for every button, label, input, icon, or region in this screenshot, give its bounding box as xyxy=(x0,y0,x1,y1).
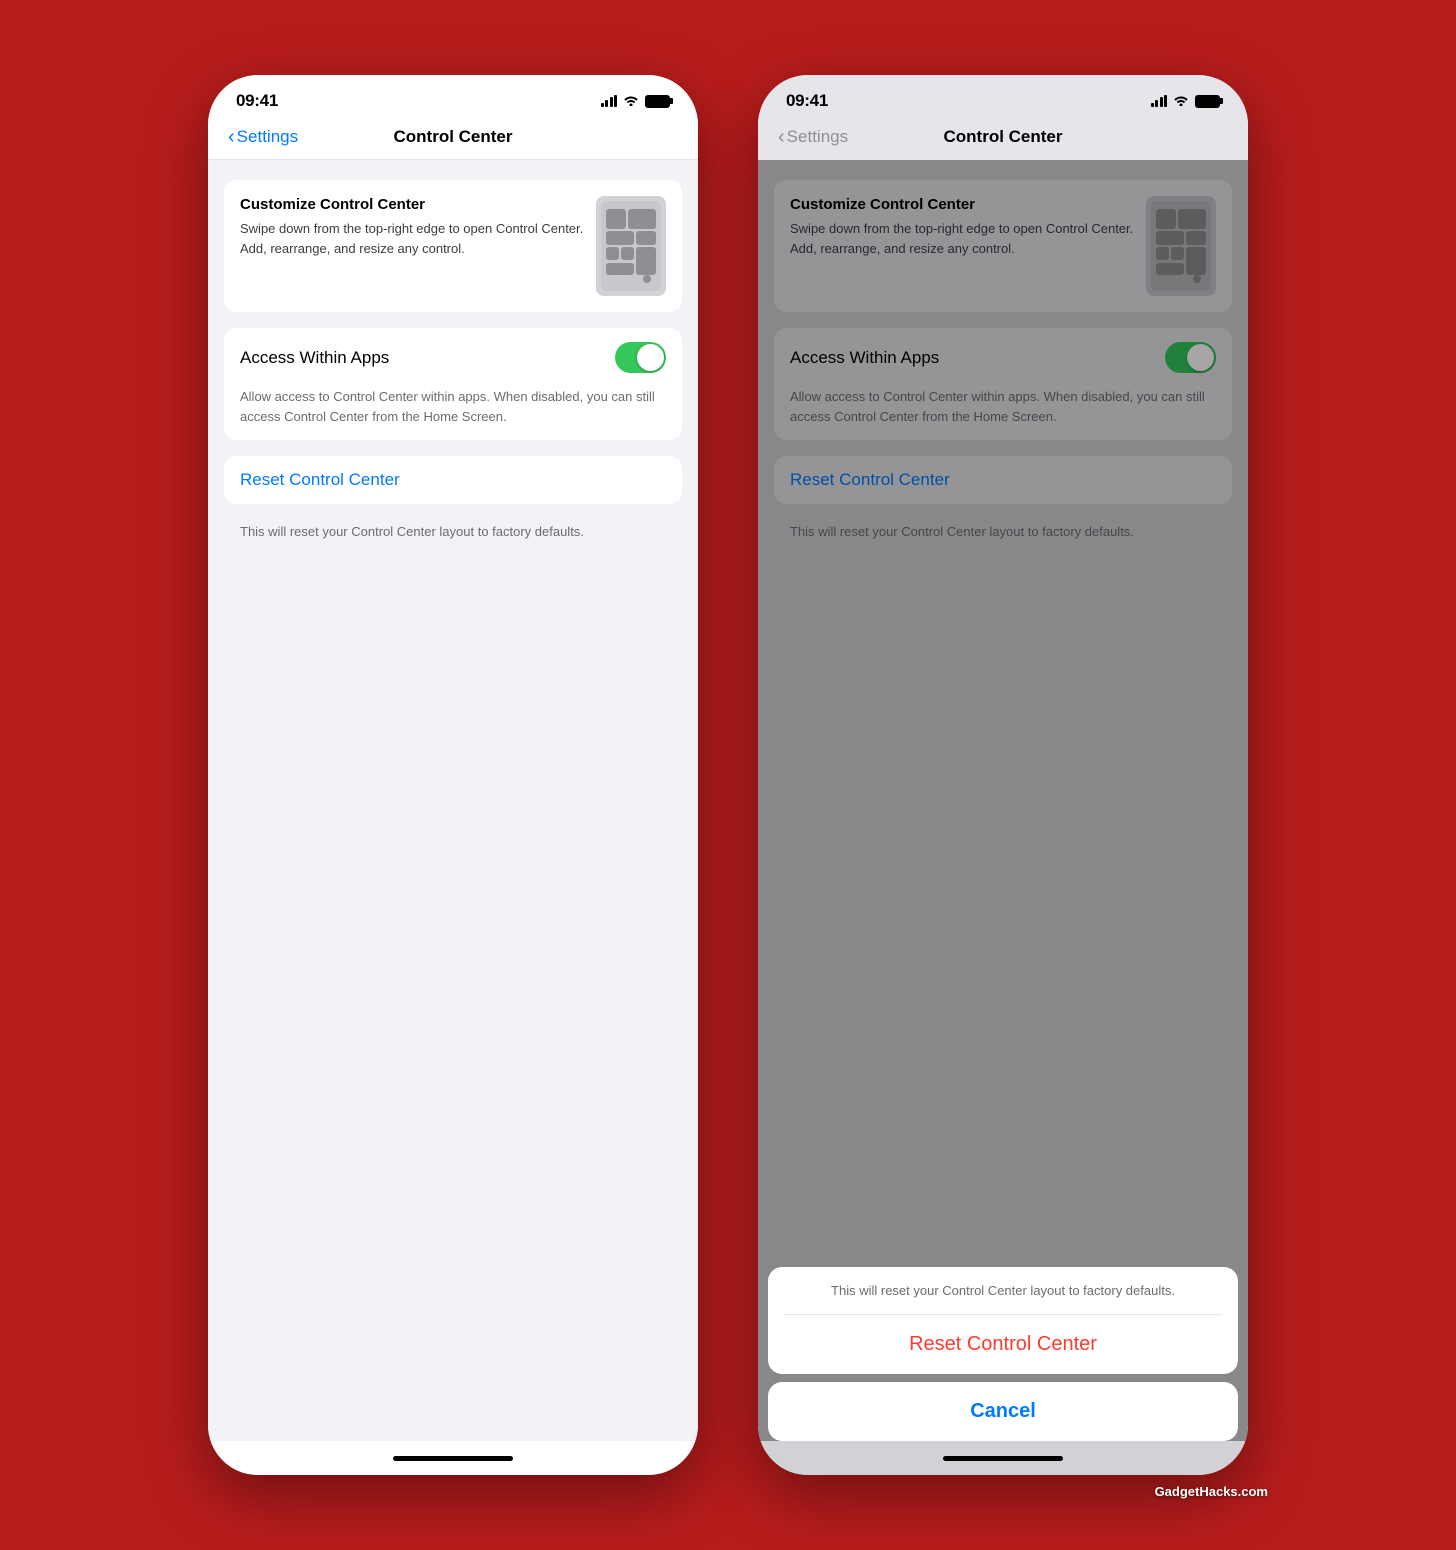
action-sheet-cancel-group: Cancel xyxy=(768,1382,1238,1441)
content-1: Customize Control Center Swipe down from… xyxy=(208,160,698,1441)
customize-title-1: Customize Control Center xyxy=(240,196,584,213)
back-button-1[interactable]: ‹ Settings xyxy=(228,127,298,147)
wifi-icon-1 xyxy=(623,93,639,109)
time-1: 09:41 xyxy=(236,91,278,111)
back-button-2[interactable]: ‹ Settings xyxy=(778,127,848,147)
battery-icon-2 xyxy=(1195,95,1220,108)
nav-bar-1: ‹ Settings Control Center xyxy=(208,119,698,160)
time-2: 09:41 xyxy=(786,91,828,111)
chevron-icon-2: ‹ xyxy=(778,127,785,147)
access-toggle-1[interactable] xyxy=(615,342,666,373)
nav-title-2: Control Center xyxy=(944,127,1063,147)
watermark: GadgetHacks.com xyxy=(1155,1484,1268,1499)
chevron-icon-1: ‹ xyxy=(228,127,235,147)
toggle-row-1: Access Within Apps xyxy=(224,328,682,387)
back-label-2: Settings xyxy=(787,127,848,147)
customize-text-1: Customize Control Center Swipe down from… xyxy=(240,196,584,258)
reset-section-1: Reset Control Center xyxy=(224,456,682,504)
nav-bar-2: ‹ Settings Control Center xyxy=(758,119,1248,160)
phone2-content-wrap: Customize Control Center Swipe down from… xyxy=(758,160,1248,1475)
home-indicator-2 xyxy=(758,1441,1248,1475)
action-sheet: This will reset your Control Center layo… xyxy=(768,1267,1238,1442)
status-icons-2 xyxy=(1151,93,1221,109)
reset-button-1[interactable]: Reset Control Center xyxy=(240,470,400,489)
home-bar-2 xyxy=(943,1456,1063,1461)
battery-icon-1 xyxy=(645,95,670,108)
reset-desc-1: This will reset your Control Center layo… xyxy=(224,520,682,547)
nav-title-1: Control Center xyxy=(394,127,513,147)
reset-button-row-1[interactable]: Reset Control Center xyxy=(224,456,682,504)
status-bar-2: 09:41 xyxy=(758,75,1248,119)
signal-icon-1 xyxy=(601,95,618,107)
action-sheet-desc: This will reset your Control Center layo… xyxy=(768,1267,1238,1315)
access-toggle-section-1: Access Within Apps Allow access to Contr… xyxy=(224,328,682,440)
cc-thumbnail-1 xyxy=(596,196,666,296)
back-label-1: Settings xyxy=(237,127,298,147)
home-bar-1 xyxy=(393,1456,513,1461)
access-desc-1: Allow access to Control Center within ap… xyxy=(224,387,682,440)
wifi-icon-2 xyxy=(1173,93,1189,109)
home-indicator-1 xyxy=(208,1441,698,1475)
signal-icon-2 xyxy=(1151,95,1168,107)
action-sheet-group: This will reset your Control Center layo… xyxy=(768,1267,1238,1375)
access-label-1: Access Within Apps xyxy=(240,348,389,368)
phone-2: 09:41 ‹ Settings xyxy=(758,75,1248,1475)
status-icons-1 xyxy=(601,93,671,109)
action-sheet-reset-btn[interactable]: Reset Control Center xyxy=(768,1315,1238,1374)
action-sheet-cancel-btn[interactable]: Cancel xyxy=(768,1382,1238,1441)
customize-card-1: Customize Control Center Swipe down from… xyxy=(224,180,682,312)
phone-1: 09:41 ‹ Settings xyxy=(208,75,698,1475)
status-bar-1: 09:41 xyxy=(208,75,698,119)
customize-desc-1: Swipe down from the top-right edge to op… xyxy=(240,219,584,258)
